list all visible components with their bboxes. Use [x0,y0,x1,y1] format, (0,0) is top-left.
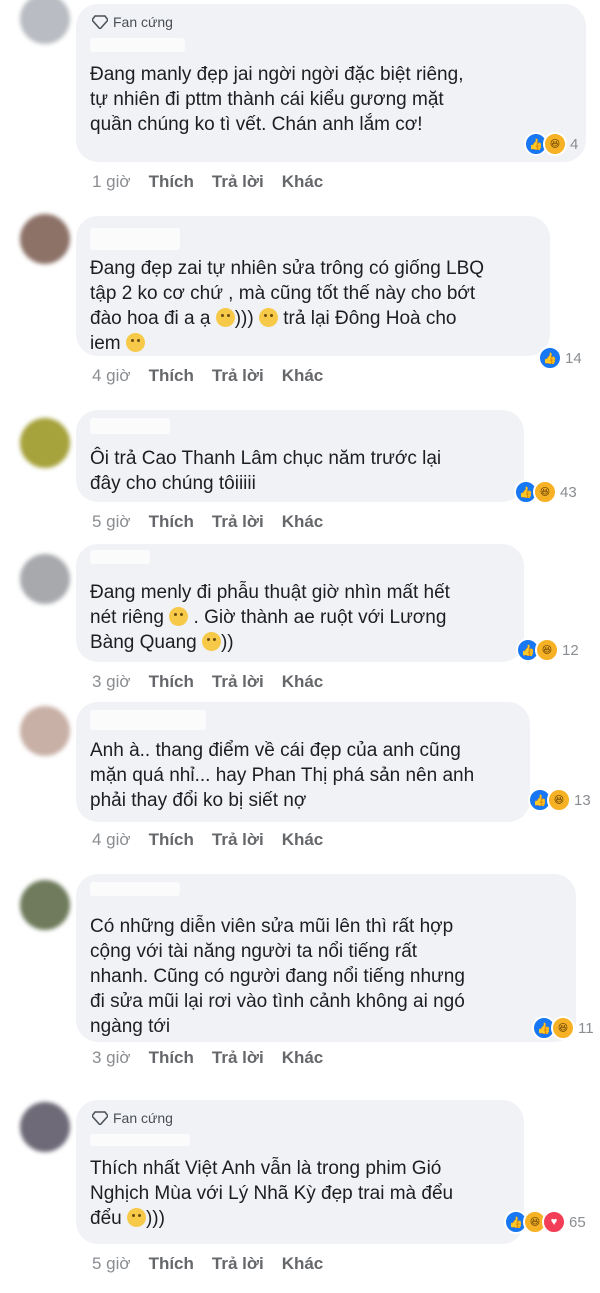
reaction-count: 13 [574,791,591,809]
reactions[interactable]: 👍 😆 ♥ 65 [504,1210,586,1234]
laugh-emoji-icon [169,607,189,626]
reaction-count: 12 [562,641,579,659]
reactions[interactable]: 👍 😆 13 [528,788,591,812]
author-name[interactable] [90,882,180,896]
like-button[interactable]: Thích [149,1254,194,1274]
reply-button[interactable]: Trả lời [212,830,264,850]
comment-bubble: Có những diễn viên sửa mũi lên thì rất h… [76,874,594,1042]
comment-actions: 4 giờ Thích Trả lời Khác [92,366,323,386]
reactions[interactable]: 👍 14 [538,346,582,370]
comment-text: Anh à.. thang điểm về cái đẹp của anh cũ… [90,740,475,811]
like-button[interactable]: Thích [149,830,194,850]
timestamp[interactable]: 5 giờ [92,512,131,532]
timestamp[interactable]: 4 giờ [92,366,131,386]
fan-badge-label: Fan cứng [113,1110,173,1126]
laugh-emoji-icon [125,333,145,352]
avatar[interactable] [20,214,70,264]
author-name[interactable] [90,1134,190,1146]
reactions[interactable]: 👍 😆 4 [524,132,578,156]
like-button[interactable]: Thích [149,672,194,692]
comment-bubble: Anh à.. thang điểm về cái đẹp của anh cũ… [76,702,591,822]
reaction-count: 4 [570,135,579,153]
more-button[interactable]: Khác [282,366,324,386]
haha-reaction-icon: 😆 [535,638,559,662]
avatar[interactable] [20,880,70,930]
comment-bubble: Đang menly đi phẫu thuật giờ nhìn mất hế… [76,544,579,662]
fan-badge: Fan cứng [92,14,173,30]
comment-text: Đang menly đi phẫu thuật giờ nhìn mất hế… [90,582,450,653]
avatar[interactable] [20,554,70,604]
diamond-icon [92,1111,108,1125]
author-name[interactable] [90,710,206,730]
reply-button[interactable]: Trả lời [212,1048,264,1068]
reply-button[interactable]: Trả lời [212,512,264,532]
reply-button[interactable]: Trả lời [212,1254,264,1274]
more-button[interactable]: Khác [282,172,324,192]
like-button[interactable]: Thích [149,172,194,192]
reply-button[interactable]: Trả lời [212,172,264,192]
timestamp[interactable]: 1 giờ [92,172,131,192]
haha-reaction-icon: 😆 [551,1016,575,1040]
reaction-count: 65 [569,1213,586,1231]
comment-text: Ôi trả Cao Thanh Lâm chục năm trước lại … [90,448,442,494]
like-button[interactable]: Thích [149,1048,194,1068]
like-button[interactable]: Thích [149,366,194,386]
avatar[interactable] [20,418,70,468]
comment-text: Có những diễn viên sửa mũi lên thì rất h… [90,916,465,1037]
love-reaction-icon: ♥ [542,1210,566,1234]
reactions[interactable]: 👍 😆 12 [516,638,579,662]
timestamp[interactable]: 5 giờ [92,1254,131,1274]
reaction-count: 43 [560,483,577,501]
comment-bubble: Fan cứng Thích nhất Việt Anh vẫn là tron… [76,1100,586,1244]
smile-emoji-icon [201,632,221,651]
author-name[interactable] [90,38,185,52]
reactions[interactable]: 👍 😆 43 [514,480,577,504]
author-name[interactable] [90,550,150,564]
timestamp[interactable]: 3 giờ [92,672,131,692]
author-name[interactable] [90,228,180,250]
author-name[interactable] [90,418,170,434]
comment-actions: 3 giờ Thích Trả lời Khác [92,1048,323,1068]
more-button[interactable]: Khác [282,830,324,850]
more-button[interactable]: Khác [282,1254,324,1274]
reaction-count: 14 [565,349,582,367]
comment-actions: 5 giờ Thích Trả lời Khác [92,512,323,532]
timestamp[interactable]: 3 giờ [92,1048,131,1068]
fan-badge-label: Fan cứng [113,14,173,30]
more-button[interactable]: Khác [282,512,324,532]
reply-button[interactable]: Trả lời [212,366,264,386]
comment-actions: 1 giờ Thích Trả lời Khác [92,172,323,192]
comment-bubble: Fan cứng Đang manly đẹp jai ngời ngời đặ… [76,4,586,162]
comment-text: Thích nhất Việt Anh vẫn là trong phim Gi… [90,1158,454,1229]
timestamp[interactable]: 4 giờ [92,830,131,850]
smile-emoji-icon [126,1208,146,1227]
comment-actions: 3 giờ Thích Trả lời Khác [92,672,323,692]
like-button[interactable]: Thích [149,512,194,532]
fan-badge: Fan cứng [92,1110,173,1126]
smile-emoji-icon [215,308,235,327]
comment-text: Đang đẹp zai tự nhiên sửa trông có giống… [90,258,485,354]
avatar[interactable] [20,706,70,756]
avatar[interactable] [20,1102,70,1152]
diamond-icon [92,15,108,29]
comment-bubble: Ôi trả Cao Thanh Lâm chục năm trước lại … [76,410,577,504]
comment-actions: 5 giờ Thích Trả lời Khác [92,1254,323,1274]
haha-reaction-icon: 😆 [543,132,567,156]
more-button[interactable]: Khác [282,672,324,692]
comment-text: Đang manly đẹp jai ngời ngời đặc biệt ri… [90,64,464,135]
reaction-count: 11 [578,1019,594,1037]
reply-button[interactable]: Trả lời [212,672,264,692]
grimace-emoji-icon [259,308,278,327]
reactions[interactable]: 👍 😆 11 [532,1016,594,1040]
more-button[interactable]: Khác [282,1048,324,1068]
comment-actions: 4 giờ Thích Trả lời Khác [92,830,323,850]
haha-reaction-icon: 😆 [547,788,571,812]
avatar[interactable] [20,0,70,44]
like-reaction-icon: 👍 [538,346,562,370]
haha-reaction-icon: 😆 [533,480,557,504]
comment-bubble: Đang đẹp zai tự nhiên sửa trông có giống… [76,216,582,370]
